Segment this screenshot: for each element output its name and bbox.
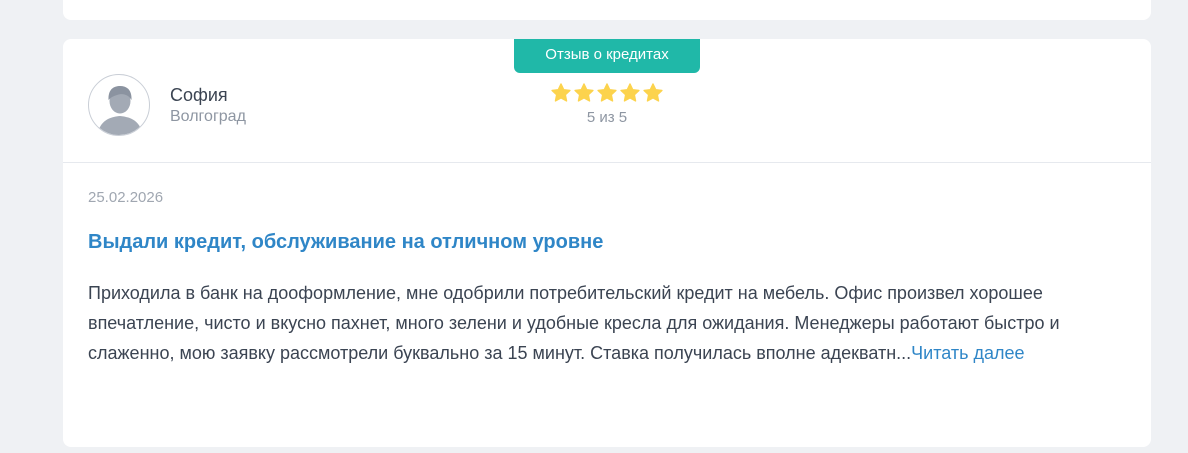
- review-rating: 5 из 5: [545, 82, 669, 127]
- star-icon: [620, 83, 640, 102]
- star-icon: [597, 83, 617, 102]
- rating-label: 5 из 5: [586, 109, 628, 126]
- user-avatar-icon: [97, 86, 143, 135]
- divider: [63, 162, 1151, 163]
- rating-stars: [545, 82, 669, 104]
- author-name: София: [170, 84, 228, 105]
- author-info: София Волгоград: [170, 84, 246, 127]
- author-city: Волгоград: [170, 107, 246, 125]
- star-icon: [574, 83, 594, 102]
- avatar: [88, 74, 150, 136]
- star-icon: [643, 83, 663, 102]
- review-author: София Волгоград: [88, 74, 246, 136]
- read-more-link[interactable]: Читать далее: [911, 343, 1024, 363]
- category-badge: Отзыв о кредитах: [514, 39, 700, 73]
- review-title[interactable]: Выдали кредит, обслуживание на отличном …: [88, 230, 603, 254]
- review-text: Приходила в банк на дооформление, мне од…: [88, 278, 1118, 368]
- star-icon: [551, 83, 571, 102]
- review-card: Отзыв о кредитах София Волгоград 5 из 5 …: [63, 39, 1151, 447]
- previous-review-card: [63, 0, 1151, 20]
- review-date: 25.02.2026: [88, 189, 164, 206]
